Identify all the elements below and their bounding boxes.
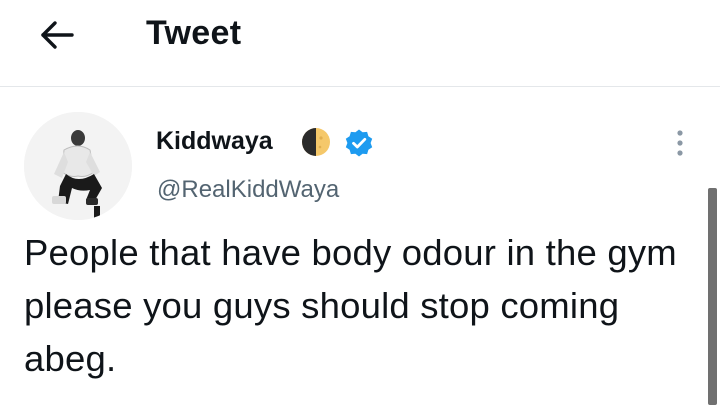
arrow-left-icon bbox=[41, 21, 74, 49]
page-title: Tweet bbox=[146, 14, 242, 52]
scrollbar-thumb[interactable] bbox=[708, 188, 717, 405]
tweet-text: People that have body odour in the gym p… bbox=[24, 232, 677, 379]
tweet-page: Tweet Kiddwaya @RealKiddWaya People that… bbox=[0, 0, 720, 405]
more-options-button[interactable] bbox=[666, 126, 694, 160]
moon-icon bbox=[302, 128, 330, 156]
top-bar: Tweet bbox=[0, 0, 720, 87]
avatar[interactable] bbox=[24, 112, 132, 220]
back-button[interactable] bbox=[36, 14, 78, 56]
author-handle[interactable]: @RealKiddWaya bbox=[157, 176, 339, 204]
avatar-photo bbox=[24, 112, 132, 220]
more-vertical-icon bbox=[677, 130, 683, 156]
author-name[interactable]: Kiddwaya bbox=[156, 126, 273, 156]
verified-badge-icon bbox=[345, 129, 373, 157]
